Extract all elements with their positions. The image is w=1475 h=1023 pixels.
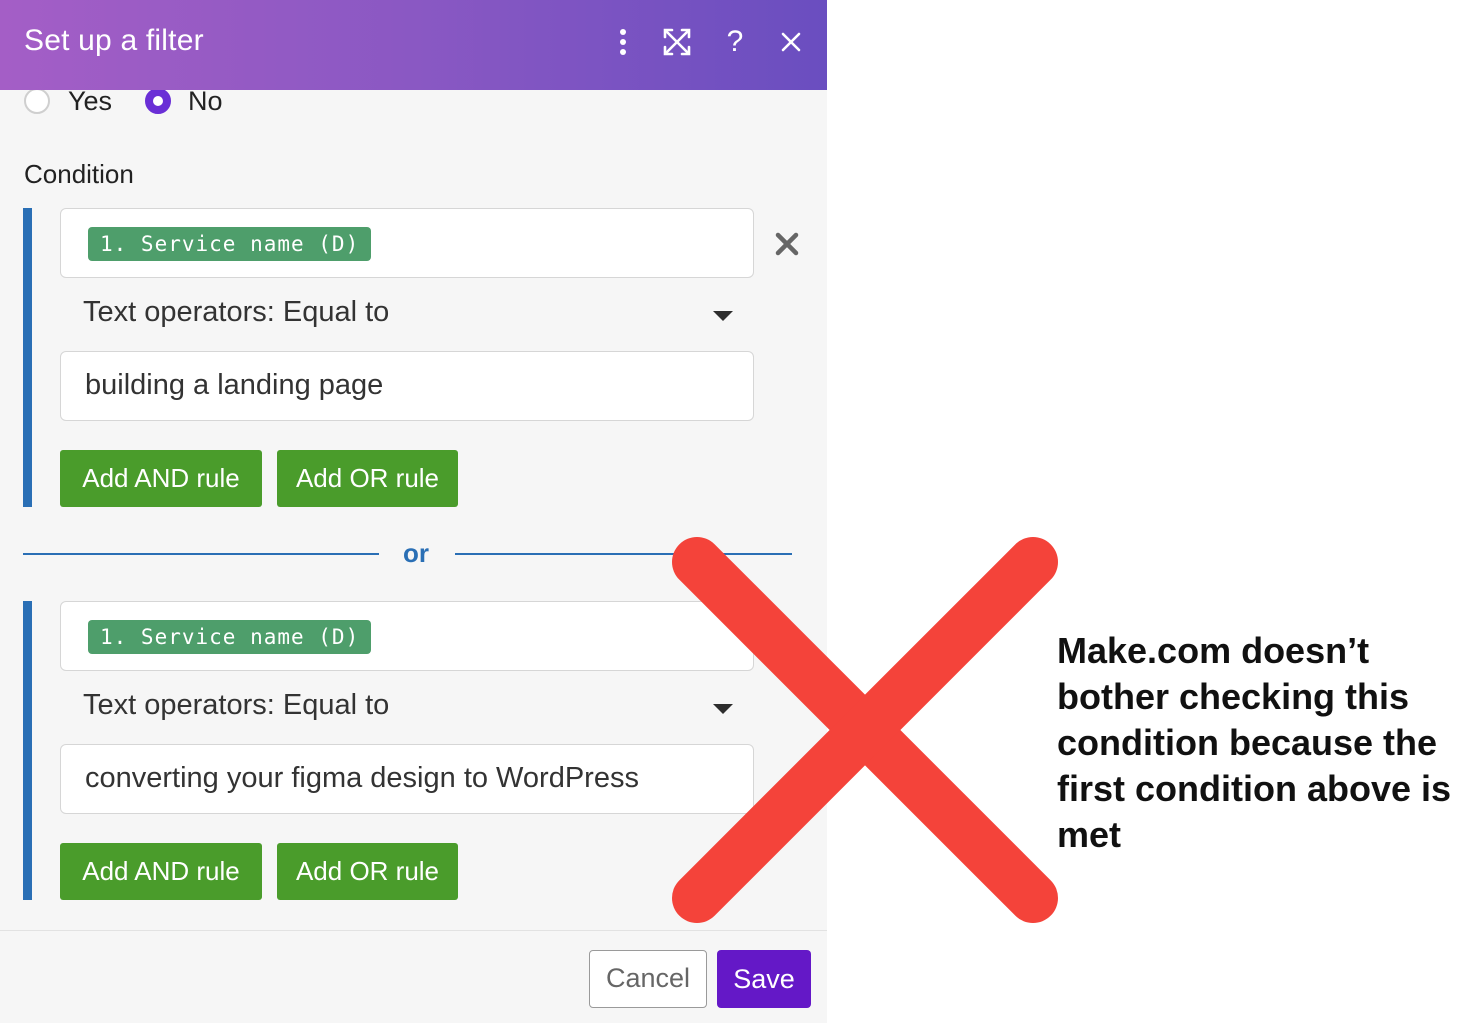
- cross-mark-icon: [672, 537, 1058, 923]
- footer-divider: [0, 930, 827, 931]
- condition-value-input[interactable]: building a landing page: [60, 351, 754, 421]
- field-mapping-pill[interactable]: 1. Service name (D): [88, 227, 372, 261]
- cancel-button[interactable]: Cancel: [589, 950, 707, 1008]
- radio-no-label: No: [188, 86, 223, 116]
- operator-select-value: Text operators: Equal to: [83, 689, 390, 721]
- add-and-rule-button[interactable]: Add AND rule: [60, 843, 262, 900]
- condition-group-bar: [23, 601, 32, 900]
- radio-no[interactable]: [145, 88, 171, 114]
- condition-group-bar: [23, 208, 32, 507]
- or-divider-left: [23, 553, 379, 555]
- radio-yes-label: Yes: [68, 86, 113, 116]
- operator-select[interactable]: Text operators: Equal to: [83, 685, 743, 729]
- operator-select[interactable]: Text operators: Equal to: [83, 292, 743, 336]
- help-icon[interactable]: ?: [715, 22, 755, 62]
- radio-yes[interactable]: [24, 88, 50, 114]
- condition-value-input[interactable]: converting your figma design to WordPres…: [60, 744, 754, 814]
- operator-select-value: Text operators: Equal to: [83, 296, 390, 328]
- dialog-header: Set up a filter ?: [0, 0, 827, 90]
- condition-field-input[interactable]: 1. Service name (D): [60, 601, 754, 671]
- save-button[interactable]: Save: [717, 950, 811, 1008]
- expand-icon[interactable]: [657, 22, 697, 62]
- condition-value-text: converting your figma design to WordPres…: [85, 762, 639, 794]
- remove-condition-icon[interactable]: [770, 227, 804, 261]
- or-separator-label: or: [403, 538, 429, 568]
- dialog-title: Set up a filter: [24, 24, 204, 57]
- add-or-rule-button[interactable]: Add OR rule: [277, 450, 458, 507]
- condition-label: Condition: [24, 159, 134, 189]
- condition-value-text: building a landing page: [85, 369, 384, 401]
- annotation-note: Make.com doesn’t bother checking this co…: [1057, 630, 1452, 855]
- close-icon[interactable]: [771, 22, 811, 62]
- field-mapping-pill[interactable]: 1. Service name (D): [88, 620, 372, 654]
- add-and-rule-button[interactable]: Add AND rule: [60, 450, 262, 507]
- more-options-icon[interactable]: [603, 22, 643, 62]
- chevron-down-icon: [713, 311, 733, 321]
- condition-field-input[interactable]: 1. Service name (D): [60, 208, 754, 278]
- add-or-rule-button[interactable]: Add OR rule: [277, 843, 458, 900]
